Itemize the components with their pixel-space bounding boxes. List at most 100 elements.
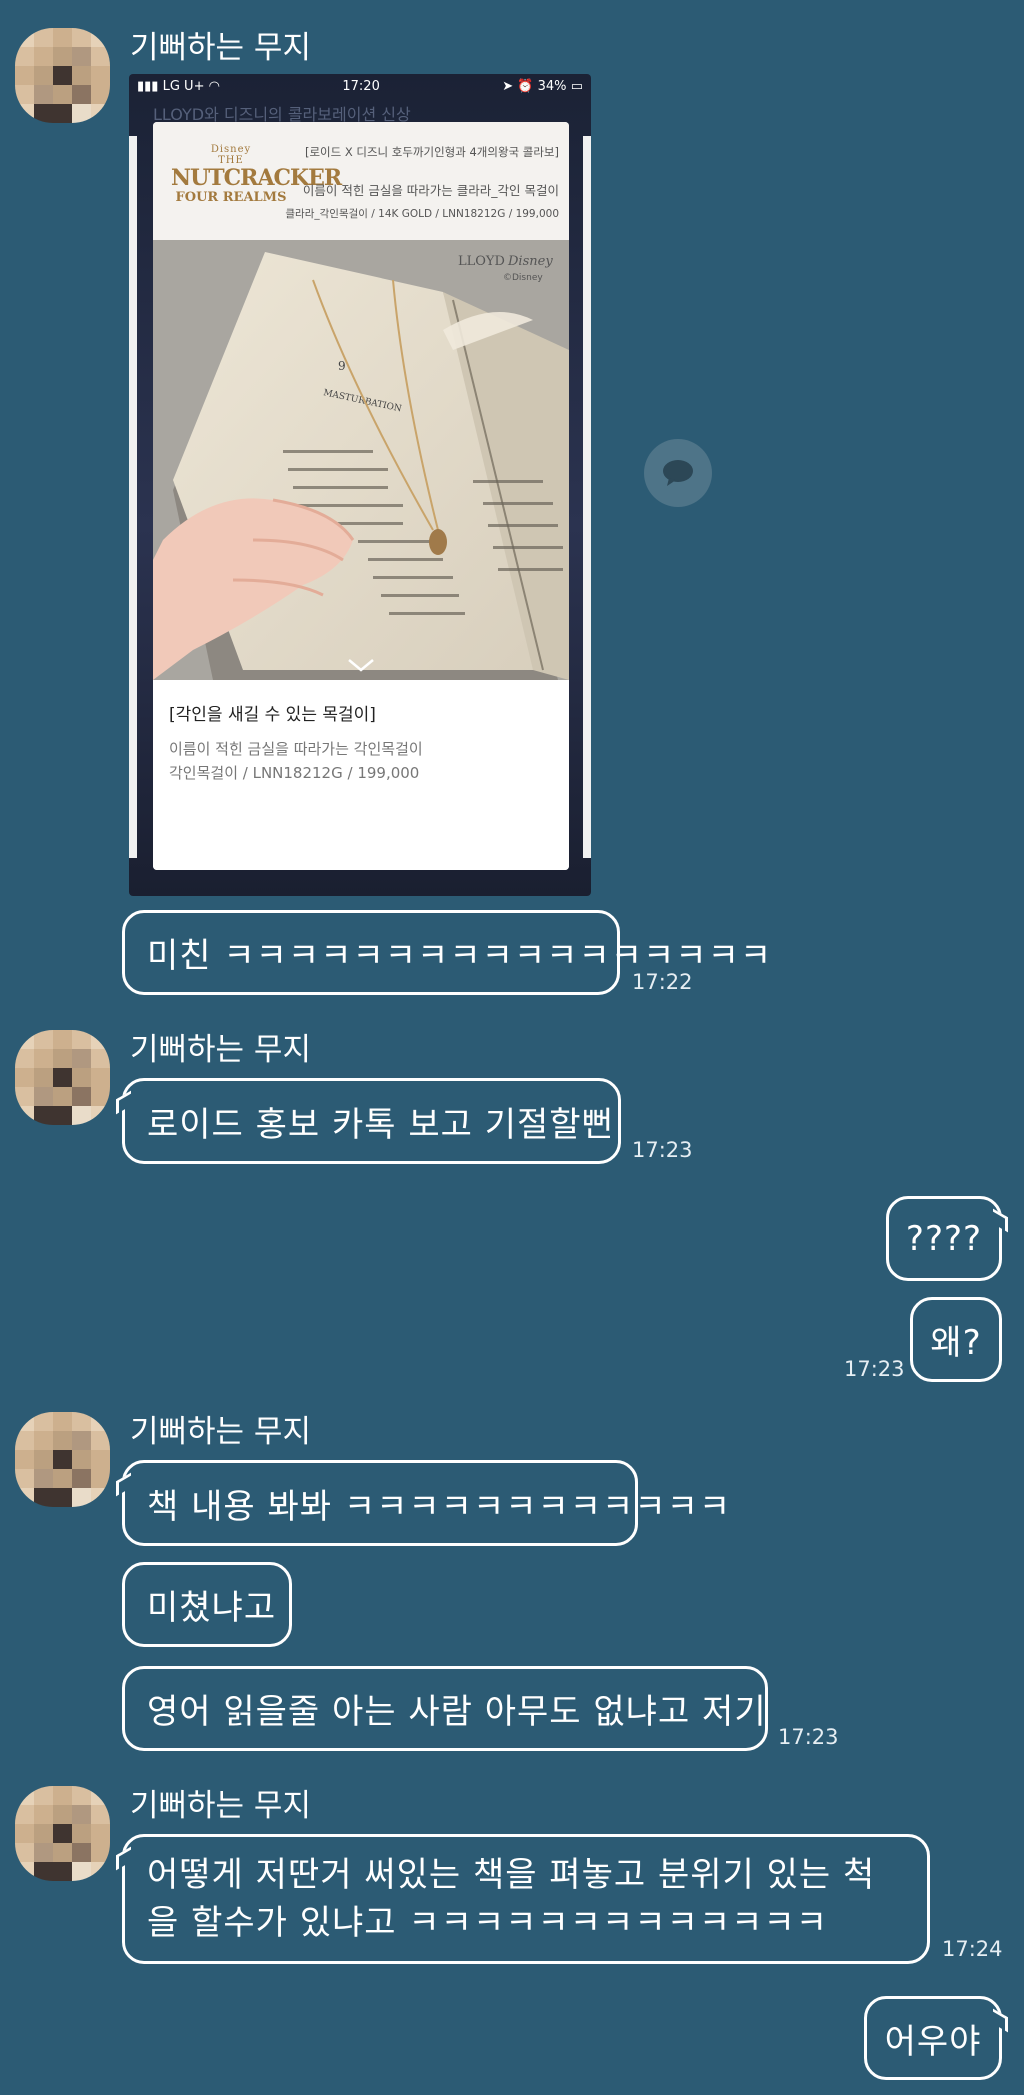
avatar-pixel xyxy=(72,47,91,66)
avatar-pixel xyxy=(91,104,110,123)
avatar-pixel xyxy=(34,47,53,66)
product-card[interactable]: Disney THE NUTCRACKER FOUR REALMS [로이드 X… xyxy=(153,122,569,870)
avatar-pixel xyxy=(53,1786,72,1805)
avatar-pixel xyxy=(15,1862,34,1881)
avatar-pixel xyxy=(72,1106,91,1125)
avatar-pixel xyxy=(15,1450,34,1469)
message-text: 어떻게 저딴거 써있는 책을 펴놓고 분위기 있는 척을 할수가 있냐고 ㅋㅋㅋ… xyxy=(147,1855,876,1943)
avatar-pixel xyxy=(53,1488,72,1507)
phone-status-bar: ▮▮▮ LG U+ ◠ 17:20 ➤ ⏰ 34% ▭ xyxy=(129,74,591,98)
avatar-pixel xyxy=(91,1450,110,1469)
message-bubble[interactable]: 로이드 홍보 카톡 보고 기절할뻔 xyxy=(122,1078,621,1164)
avatar-pixel xyxy=(53,1469,72,1488)
avatar-pixel xyxy=(72,1862,91,1881)
avatar-pixel xyxy=(34,1030,53,1049)
avatar-pixel xyxy=(34,28,53,47)
avatar-pixel xyxy=(53,1824,72,1843)
message-time: 17:23 xyxy=(844,1357,905,1381)
message-time: 17:23 xyxy=(632,1138,693,1162)
my-message-bubble[interactable]: 어우야 xyxy=(864,1996,1002,2080)
avatar-pixel xyxy=(53,1068,72,1087)
avatar-pixel xyxy=(72,1843,91,1862)
avatar-pixel xyxy=(91,1030,110,1049)
avatar-pixel xyxy=(72,66,91,85)
card-title: [각인을 새길 수 있는 목걸이] xyxy=(169,705,376,725)
avatar-pixel xyxy=(72,1049,91,1068)
avatar[interactable] xyxy=(15,28,110,123)
avatar-pixel xyxy=(34,1843,53,1862)
avatar-pixel xyxy=(34,1824,53,1843)
avatar-pixel xyxy=(91,1843,110,1862)
book-necklace-illustration: 9 MASTURBATION LLOYD Disney ©Disney xyxy=(153,240,569,680)
avatar[interactable] xyxy=(15,1030,110,1125)
avatar-pixel xyxy=(34,1469,53,1488)
avatar-pixel xyxy=(72,28,91,47)
avatar-pixel xyxy=(72,1786,91,1805)
avatar-pixel xyxy=(91,1106,110,1125)
card-line-2: 각인목걸이 / LNN18212G / 199,000 xyxy=(169,764,420,782)
sender-name: 기뻐하는 무지 xyxy=(130,1032,311,1068)
avatar-pixel xyxy=(91,1412,110,1431)
avatar-pixel xyxy=(91,85,110,104)
avatar-pixel xyxy=(15,1824,34,1843)
message-bubble[interactable]: 미쳤냐고 xyxy=(122,1562,292,1647)
avatar-pixel xyxy=(34,1087,53,1106)
avatar-pixel xyxy=(91,1488,110,1507)
carrier-label: LG U+ xyxy=(162,78,205,94)
location-icon: ➤ xyxy=(502,78,514,94)
avatar-pixel xyxy=(53,1412,72,1431)
avatar-pixel xyxy=(72,1805,91,1824)
message-bubble[interactable]: 어떻게 저딴거 써있는 책을 펴놓고 분위기 있는 척을 할수가 있냐고 ㅋㅋㅋ… xyxy=(122,1834,930,1964)
message-bubble[interactable]: 영어 읽을줄 아는 사람 아무도 없냐고 저기 xyxy=(122,1666,768,1751)
avatar-pixel xyxy=(91,1431,110,1450)
shared-image[interactable]: ▮▮▮ LG U+ ◠ 17:20 ➤ ⏰ 34% ▭ LLOYD와 디즈니의 … xyxy=(129,74,591,896)
brand-disney: Disney xyxy=(507,254,553,269)
avatar-pixel xyxy=(53,28,72,47)
avatar-pixel xyxy=(34,1488,53,1507)
share-button[interactable] xyxy=(644,439,712,507)
message-time: 17:23 xyxy=(778,1725,839,1749)
avatar-pixel xyxy=(91,47,110,66)
message-time: 17:24 xyxy=(942,1937,1003,1961)
avatar-pixel xyxy=(53,1843,72,1862)
message-text: 책 내용 봐봐 ㅋㅋㅋㅋㅋㅋㅋㅋㅋㅋㅋㅋ xyxy=(147,1486,732,1527)
avatar-pixel xyxy=(34,85,53,104)
message-time: 17:22 xyxy=(632,970,693,994)
avatar-pixel xyxy=(91,1068,110,1087)
my-message-bubble[interactable]: 왜? xyxy=(910,1297,1002,1382)
avatar-pixel xyxy=(91,66,110,85)
next-card-edge xyxy=(583,136,591,858)
message-bubble[interactable]: 미친 ㅋㅋㅋㅋㅋㅋㅋㅋㅋㅋㅋㅋㅋㅋㅋㅋㅋ xyxy=(122,910,771,995)
avatar-pixel xyxy=(15,47,34,66)
header-line-2: 이름이 적힌 금실을 따라가는 클라라_각인 목걸이 xyxy=(302,183,559,198)
message-text: 미쳤냐고 xyxy=(147,1588,277,1628)
avatar-pixel xyxy=(91,28,110,47)
avatar-pixel xyxy=(34,1450,53,1469)
avatar-pixel xyxy=(72,1824,91,1843)
avatar[interactable] xyxy=(15,1786,110,1881)
avatar-pixel xyxy=(53,104,72,123)
avatar-pixel xyxy=(15,85,34,104)
avatar-pixel xyxy=(15,1106,34,1125)
avatar-pixel xyxy=(15,1412,34,1431)
battery-icon: ▭ xyxy=(570,78,583,94)
avatar-pixel xyxy=(72,1087,91,1106)
avatar-pixel xyxy=(15,1049,34,1068)
avatar-pixel xyxy=(34,1786,53,1805)
message-text: 어우야 xyxy=(884,2021,982,2062)
avatar-pixel xyxy=(91,1087,110,1106)
avatar-pixel xyxy=(34,1049,53,1068)
avatar-pixel xyxy=(53,85,72,104)
avatar[interactable] xyxy=(15,1412,110,1507)
logo-disney: Disney xyxy=(210,144,252,155)
avatar-pixel xyxy=(53,1431,72,1450)
avatar-pixel xyxy=(15,1488,34,1507)
avatar-pixel xyxy=(91,1469,110,1488)
speech-bubble-icon xyxy=(663,460,693,486)
avatar-pixel xyxy=(15,1431,34,1450)
message-bubble[interactable]: 책 내용 봐봐 ㅋㅋㅋㅋㅋㅋㅋㅋㅋㅋㅋㅋ xyxy=(122,1460,730,1546)
wifi-icon: ◠ xyxy=(208,78,220,94)
avatar-pixel xyxy=(53,1862,72,1881)
my-message-bubble[interactable]: ???? xyxy=(886,1196,1002,1281)
header-line-3: 클라라_각인목걸이 / 14K GOLD / LNN18212G / 199,0… xyxy=(285,208,559,220)
